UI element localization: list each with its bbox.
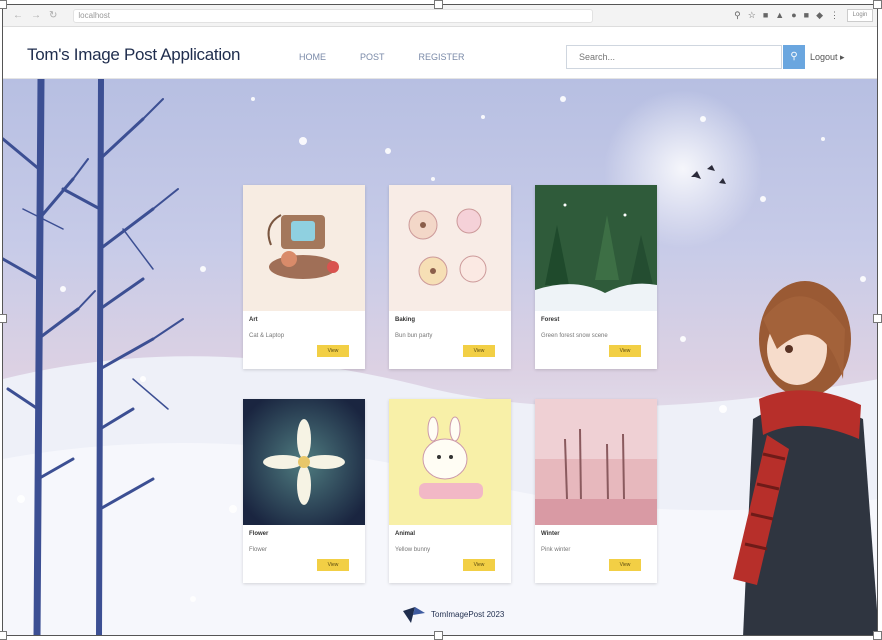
view-button[interactable]: View	[609, 559, 641, 571]
menu-icon[interactable]: ⋮	[830, 10, 839, 21]
back-icon[interactable]: ←	[13, 10, 23, 21]
card-title: Flower	[249, 531, 269, 537]
extension-icon[interactable]: ◆	[816, 10, 823, 21]
nav-link-home[interactable]: HOME	[299, 52, 326, 62]
nav-link-post[interactable]: POST	[360, 52, 385, 62]
star-icon[interactable]: ☆	[748, 10, 756, 21]
view-button[interactable]: View	[463, 559, 495, 571]
extension-icon[interactable]: ■	[763, 10, 768, 21]
resize-handle[interactable]	[0, 631, 7, 640]
extension-icon[interactable]: ●	[791, 10, 796, 21]
card-title: Art	[249, 317, 258, 323]
card-description: Bun bun party	[395, 333, 433, 339]
resize-handle[interactable]	[434, 0, 443, 9]
gallery-card[interactable]: Art Cat & Laptop View	[243, 185, 365, 369]
zoom-icon[interactable]: ⚲	[734, 10, 741, 21]
card-title: Baking	[395, 317, 416, 323]
address-bar[interactable]: localhost	[73, 8, 594, 23]
app-logo-icon	[403, 607, 425, 623]
resize-handle[interactable]	[0, 314, 7, 323]
screenshot-frame: ← → ↻ localhost ⚲ ☆ ■ ▲ ● ■ ◆ ⋮ Login To…	[2, 4, 878, 636]
card-description: Pink winter	[541, 547, 571, 553]
card-thumbnail[interactable]	[243, 399, 365, 525]
view-button[interactable]: View	[463, 345, 495, 357]
gallery-card[interactable]: Winter Pink winter View	[535, 399, 657, 583]
browser-extension-icons: ⚲ ☆ ■ ▲ ● ■ ◆ ⋮	[734, 10, 839, 21]
card-thumbnail[interactable]	[243, 185, 365, 311]
gallery-card[interactable]: Baking Bun bun party View	[389, 185, 511, 369]
card-description: Green forest snow scene	[541, 333, 608, 339]
footer-text: TomImagePost 2023	[431, 609, 505, 619]
resize-handle[interactable]	[873, 314, 882, 323]
logout-link[interactable]: Logout ▸	[810, 52, 845, 63]
forward-icon[interactable]: →	[31, 10, 41, 21]
view-button[interactable]: View	[609, 345, 641, 357]
view-button[interactable]: View	[317, 559, 349, 571]
card-thumbnail[interactable]	[389, 185, 511, 311]
resize-handle[interactable]	[873, 0, 882, 9]
app-navbar: Tom's Image Post Application HOME POST R…	[3, 27, 877, 79]
bare-trees-illustration	[3, 79, 184, 635]
view-button[interactable]: View	[317, 345, 349, 357]
gallery-card[interactable]: Forest Green forest snow scene View	[535, 185, 657, 369]
gallery-card[interactable]: Flower Flower View	[243, 399, 365, 583]
card-description: Flower	[249, 547, 268, 553]
gallery-card[interactable]: Animal Yellow bunny View	[389, 399, 511, 583]
search-icon: ⚲	[790, 51, 798, 62]
card-title: Winter	[541, 531, 560, 537]
card-description: Yellow bunny	[395, 547, 431, 553]
browser-nav-buttons: ← → ↻	[13, 10, 57, 21]
resize-handle[interactable]	[873, 631, 882, 640]
birds-illustration	[691, 165, 726, 184]
footer: TomImagePost 2023	[401, 603, 504, 625]
profile-button[interactable]: Login	[847, 9, 873, 22]
card-description: Cat & Laptop	[249, 333, 285, 339]
brand-title[interactable]: Tom's Image Post Application	[27, 45, 240, 65]
girl-illustration	[733, 281, 877, 635]
nav-link-register[interactable]: REGISTER	[419, 52, 465, 62]
image-gallery: Art Cat & Laptop View Baking Bun bun par…	[243, 185, 657, 583]
reload-icon[interactable]: ↻	[49, 10, 57, 21]
resize-handle[interactable]	[0, 0, 7, 9]
winter-background: Art Cat & Laptop View Baking Bun bun par…	[3, 79, 877, 635]
logout-label: Logout	[810, 52, 838, 62]
search-button[interactable]: ⚲	[783, 45, 805, 69]
card-thumbnail[interactable]	[535, 399, 657, 525]
search-input[interactable]	[566, 45, 782, 69]
card-thumbnail[interactable]	[535, 185, 657, 311]
extension-icon[interactable]: ■	[804, 10, 809, 21]
card-title: Animal	[395, 531, 416, 537]
card-thumbnail[interactable]	[389, 399, 511, 525]
resize-handle[interactable]	[434, 631, 443, 640]
extension-icon[interactable]: ▲	[775, 10, 784, 21]
card-title: Forest	[541, 317, 560, 323]
nav-links: HOME POST REGISTER	[299, 52, 465, 62]
